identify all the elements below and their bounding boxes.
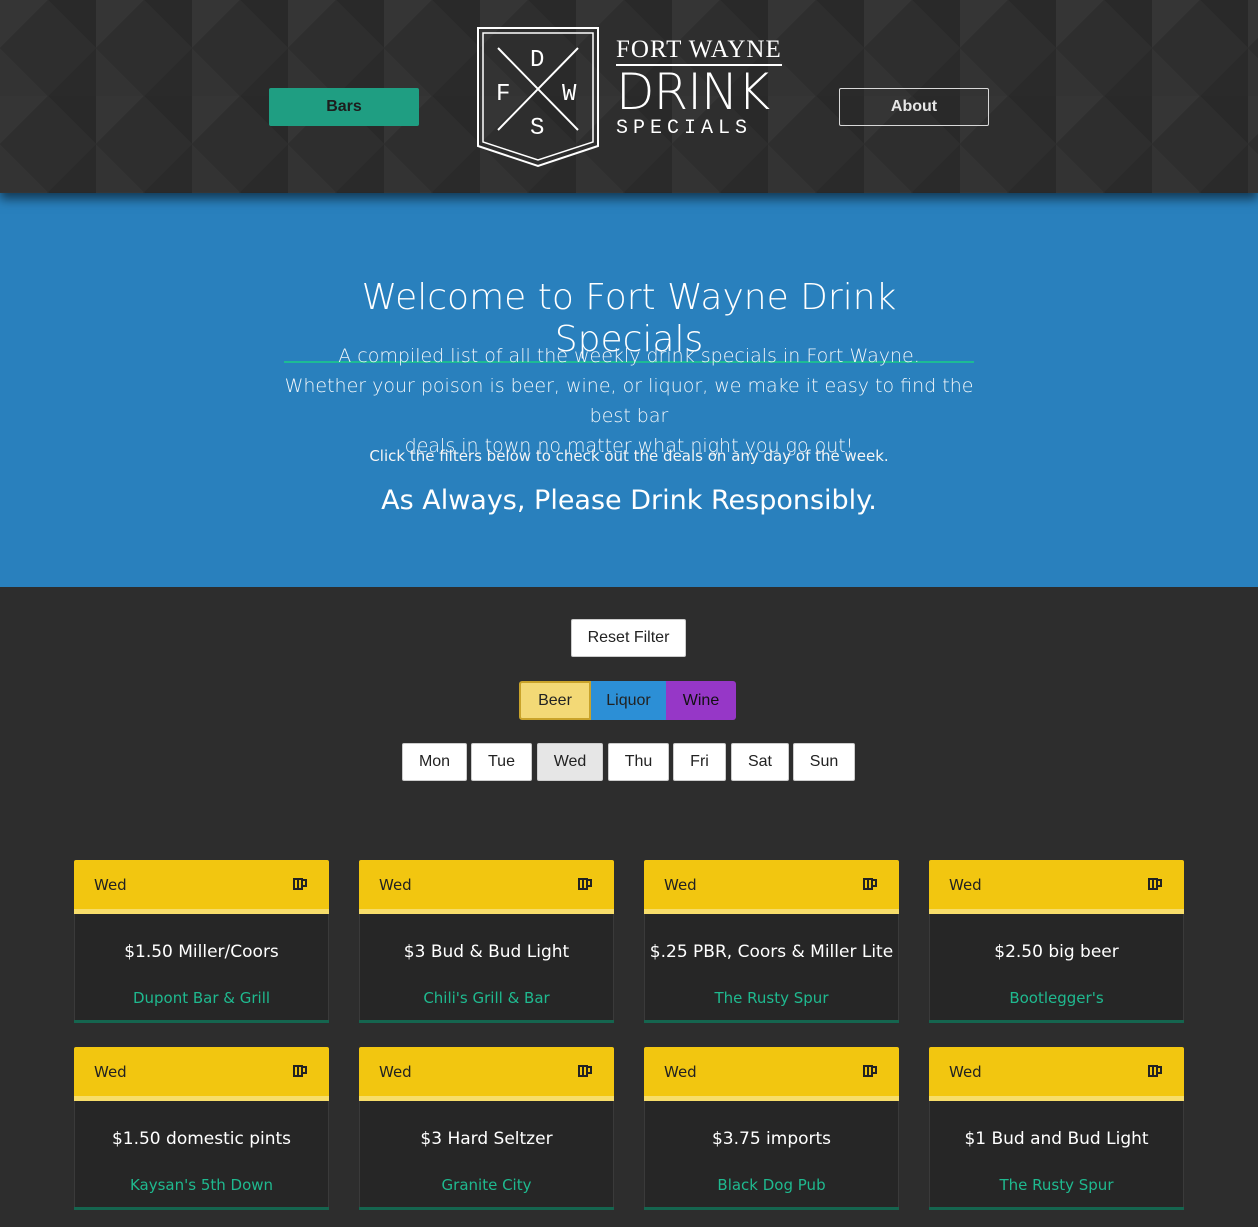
special-card[interactable]: Wed $.25 PBR, Coors & Miller Lite The Rust… [644, 860, 899, 1023]
card-body: $2.50 big beer Bootlegger's [929, 914, 1184, 1020]
card-day: Wed [664, 876, 697, 894]
card-deal: $2.50 big beer [994, 942, 1119, 962]
intro-line-1: A compiled list of all the weekly drink … [338, 345, 920, 367]
card-day: Wed [379, 1063, 412, 1081]
special-card[interactable]: Wed $3 Hard Seltzer Granite City [359, 1047, 614, 1210]
about-button[interactable]: About [839, 88, 989, 126]
card-deal: $1 Bud and Bud Light [964, 1129, 1149, 1149]
card-body: $.25 PBR, Coors & Miller Lite The Rusty S… [644, 914, 899, 1020]
card-deal: $3 Bud & Bud Light [403, 942, 570, 962]
card-deal: $1.50 Miller/Coors [124, 942, 279, 962]
special-card[interactable]: Wed $3.75 imports Black Dog Pub [644, 1047, 899, 1210]
special-card[interactable]: Wed $3 Bud & Bud Light Chili's Grill & Bar [359, 860, 614, 1023]
filter-wine-button[interactable]: Wine [666, 681, 736, 720]
card-header: Wed [74, 1047, 329, 1101]
card-body: $1.50 domestic pints Kaysan's 5th Down [74, 1101, 329, 1207]
card-day: Wed [94, 1063, 127, 1081]
card-deal: $3 Hard Seltzer [420, 1129, 553, 1149]
card-day: Wed [664, 1063, 697, 1081]
card-day: Wed [949, 876, 982, 894]
beer-mug-icon [292, 876, 308, 895]
logo-specials: SPECIALS [616, 117, 753, 140]
filter-instructions: Click the filters below to check out the… [369, 447, 889, 465]
bars-button[interactable]: Bars [269, 88, 419, 126]
card-bar-link[interactable]: Black Dog Pub [645, 1176, 898, 1194]
card-deal: $3.75 imports [711, 1129, 832, 1149]
logo-drink: DRINK [616, 63, 770, 121]
card-bar-link[interactable]: Bootlegger's [930, 989, 1183, 1007]
drink-type-filter: Beer Liquor Wine [519, 681, 736, 720]
card-body: $1 Bud and Bud Light The Rusty Spur [929, 1101, 1184, 1207]
intro-text: A compiled list of all the weekly drink … [270, 341, 988, 461]
card-header: Wed [644, 1047, 899, 1101]
card-body: $3 Bud & Bud Light Chili's Grill & Bar [359, 914, 614, 1020]
logo-wordmark: FORT WAYNE DRINK SPECIALS [616, 36, 782, 140]
beer-mug-icon [1147, 1063, 1163, 1082]
logo-letter-f: F [496, 81, 510, 108]
card-header: Wed [644, 860, 899, 914]
beer-mug-icon [862, 1063, 878, 1082]
card-body: $1.50 Miller/Coors Dupont Bar & Grill [74, 914, 329, 1020]
filter-day-sun[interactable]: Sun [793, 743, 855, 781]
filter-day-wed[interactable]: Wed [537, 743, 603, 781]
card-day: Wed [379, 876, 412, 894]
card-bar-link[interactable]: The Rusty Spur [930, 1176, 1183, 1194]
card-day: Wed [949, 1063, 982, 1081]
site-header: Bars D F W S FORT WAYNE DRINK SPECIALS A… [0, 0, 1258, 193]
card-header: Wed [359, 860, 614, 914]
special-card[interactable]: Wed $2.50 big beer Bootlegger's [929, 860, 1184, 1023]
card-bar-link[interactable]: Kaysan's 5th Down [75, 1176, 328, 1194]
filter-beer-button[interactable]: Beer [519, 681, 591, 720]
filter-day-tue[interactable]: Tue [471, 743, 532, 781]
card-bar-link[interactable]: Dupont Bar & Grill [75, 989, 328, 1007]
card-header: Wed [359, 1047, 614, 1101]
beer-mug-icon [862, 876, 878, 895]
beer-mug-icon [1147, 876, 1163, 895]
beer-mug-icon [577, 1063, 593, 1082]
reset-filter-button[interactable]: Reset Filter [571, 619, 686, 657]
site-logo[interactable]: D F W S FORT WAYNE DRINK SPECIALS [476, 26, 788, 168]
card-header: Wed [929, 1047, 1184, 1101]
card-deal: $.25 PBR, Coors & Miller Lite [649, 942, 894, 962]
special-card[interactable]: Wed $1.50 Miller/Coors Dupont Bar & Grill [74, 860, 329, 1023]
card-deal: $1.50 domestic pints [111, 1129, 292, 1149]
card-bar-link[interactable]: The Rusty Spur [645, 989, 898, 1007]
filter-day-mon[interactable]: Mon [402, 743, 467, 781]
intro-line-2: Whether your poison is beer, wine, or li… [284, 375, 974, 427]
special-card[interactable]: Wed $1 Bud and Bud Light The Rusty Spur [929, 1047, 1184, 1210]
shield-logo-icon: D F W S [477, 27, 599, 168]
filter-day-fri[interactable]: Fri [673, 743, 726, 781]
filter-liquor-button[interactable]: Liquor [591, 681, 666, 720]
card-bar-link[interactable]: Granite City [360, 1176, 613, 1194]
card-day: Wed [94, 876, 127, 894]
logo-letter-d: D [530, 47, 544, 74]
card-body: $3 Hard Seltzer Granite City [359, 1101, 614, 1207]
special-card[interactable]: Wed $1.50 domestic pints Kaysan's 5th Down [74, 1047, 329, 1210]
card-header: Wed [929, 860, 1184, 914]
logo-letter-s: S [530, 115, 544, 142]
logo-letter-w: W [562, 81, 577, 108]
drink-responsibly-text: As Always, Please Drink Responsibly. [381, 485, 877, 516]
beer-mug-icon [577, 876, 593, 895]
filter-day-thu[interactable]: Thu [608, 743, 669, 781]
logo-fort-wayne: FORT WAYNE [616, 36, 782, 66]
filter-day-sat[interactable]: Sat [731, 743, 789, 781]
beer-mug-icon [292, 1063, 308, 1082]
card-header: Wed [74, 860, 329, 914]
card-body: $3.75 imports Black Dog Pub [644, 1101, 899, 1207]
welcome-section: Welcome to Fort Wayne Drink Specials A c… [0, 193, 1258, 587]
card-bar-link[interactable]: Chili's Grill & Bar [360, 989, 613, 1007]
